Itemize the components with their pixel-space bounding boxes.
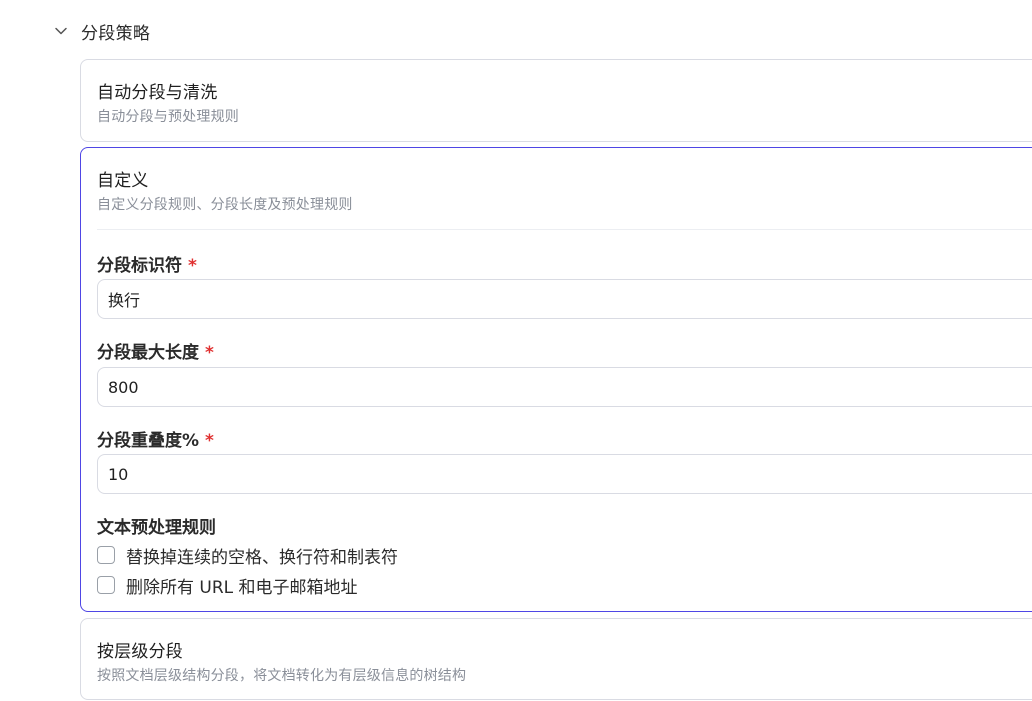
preprocess-label: 文本预处理规则 [97, 518, 216, 538]
card-title: 自动分段与清洗 [97, 83, 218, 103]
strategy-card-hierarchy[interactable]: 按层级分段 按照文档层级结构分段，将文档转化为有层级信息的树结构 [80, 618, 1032, 700]
required-mark: * [205, 431, 214, 451]
card-divider [97, 229, 1032, 230]
overlap-input[interactable] [97, 454, 1032, 494]
required-mark: * [205, 343, 214, 363]
separator-input[interactable] [97, 279, 1032, 319]
max-length-label: 分段最大长度 * [97, 343, 214, 363]
card-description: 按照文档层级结构分段，将文档转化为有层级信息的树结构 [97, 668, 467, 684]
card-description: 自动分段与预处理规则 [97, 109, 239, 125]
checkbox[interactable] [97, 576, 115, 594]
section-title: 分段策略 [81, 23, 151, 44]
preprocess-option-remove-urls[interactable]: 删除所有 URL 和电子邮箱地址 [97, 573, 358, 598]
checkbox-label: 删除所有 URL 和电子邮箱地址 [126, 577, 358, 598]
card-title: 自定义 [97, 171, 149, 191]
preprocess-option-whitespace[interactable]: 替换掉连续的空格、换行符和制表符 [97, 543, 398, 568]
card-title: 按层级分段 [97, 642, 183, 662]
max-length-input[interactable] [97, 367, 1032, 407]
card-description: 自定义分段规则、分段长度及预处理规则 [97, 197, 353, 213]
separator-label: 分段标识符 * [97, 256, 197, 276]
checkbox-label: 替换掉连续的空格、换行符和制表符 [126, 547, 398, 568]
required-mark: * [188, 256, 197, 276]
segmentation-section-toggle[interactable]: 分段策略 [52, 17, 150, 45]
strategy-card-custom[interactable]: 自定义 自定义分段规则、分段长度及预处理规则 分段标识符* 分段最大长度* 分段… [80, 147, 1032, 612]
checkbox[interactable] [97, 546, 115, 564]
overlap-label: 分段重叠度% * [97, 431, 214, 451]
chevron-down-icon [52, 22, 70, 40]
strategy-card-auto[interactable]: 自动分段与清洗 自动分段与预处理规则 [80, 59, 1032, 142]
